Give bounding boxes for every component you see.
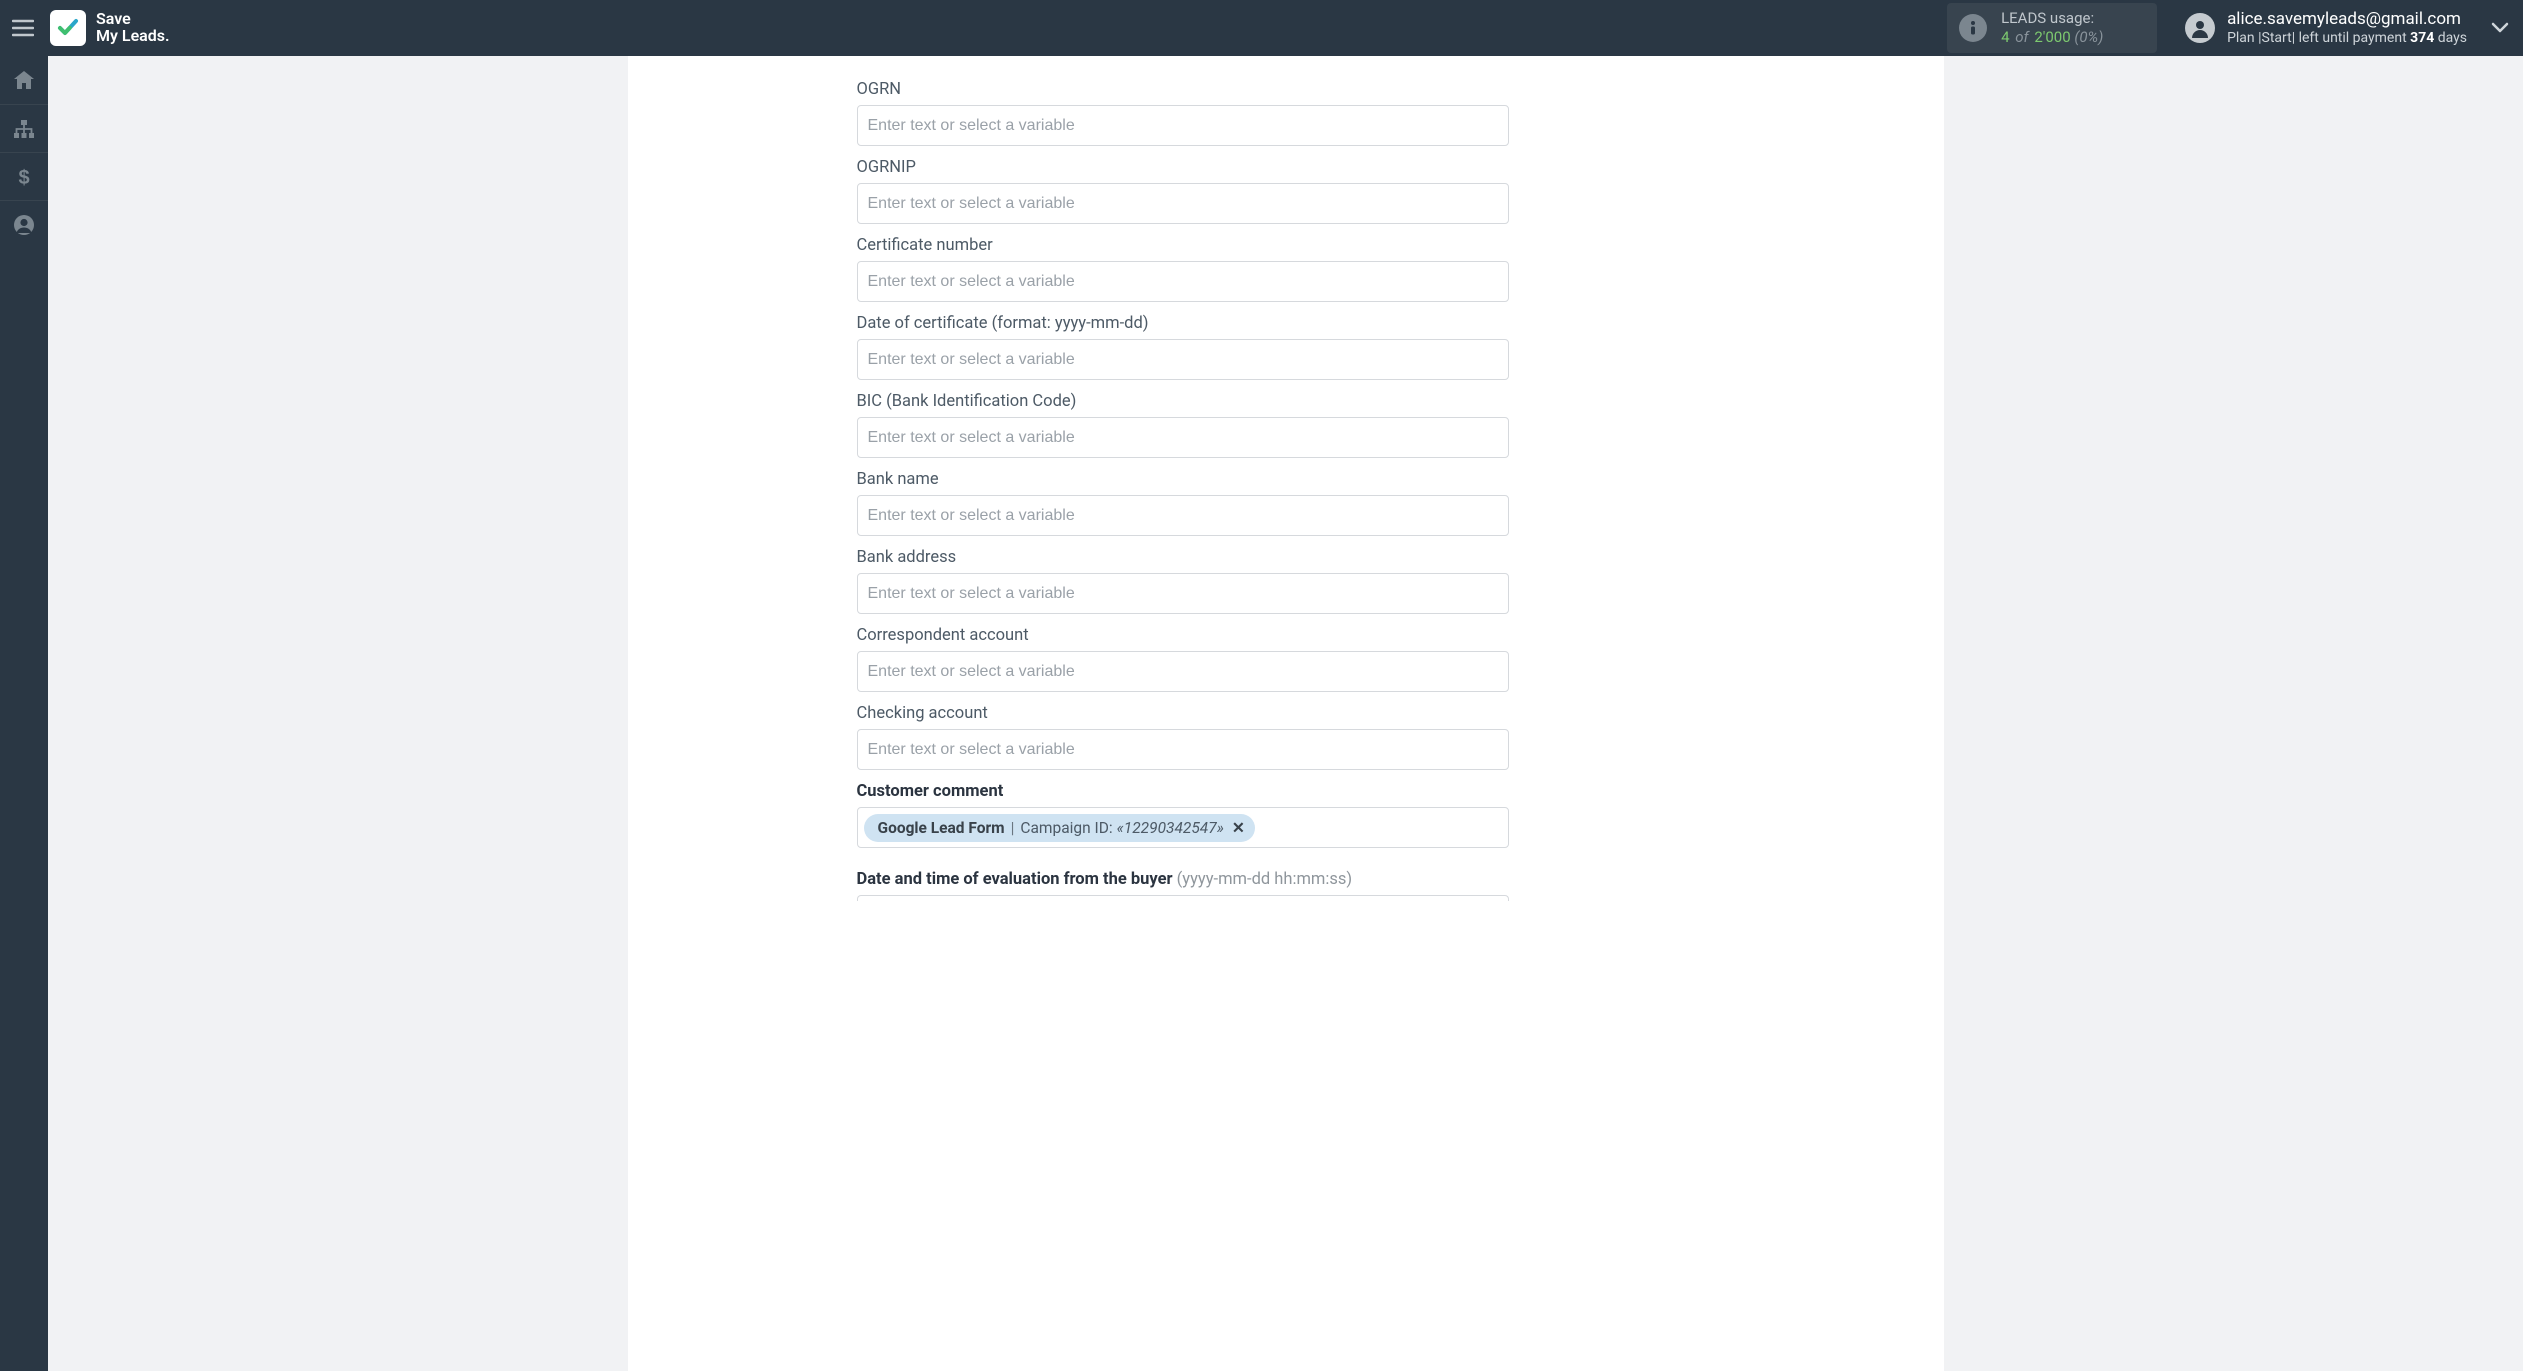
top-navbar: Save My Leads. LEADS usage: 4 of 2'000 (…	[0, 0, 2523, 56]
label-customer-comment: Customer comment	[857, 782, 1944, 801]
textbox-bank_addr[interactable]	[868, 585, 1498, 603]
textbox-bank_name[interactable]	[868, 507, 1498, 525]
nav-home[interactable]	[0, 56, 48, 104]
sitemap-icon	[13, 119, 35, 139]
account-menu-toggle[interactable]	[2491, 22, 2509, 34]
row-ogrn: OGRN	[628, 80, 1944, 146]
input-ogrnip[interactable]	[857, 183, 1509, 224]
input-customer-comment[interactable]: Google Lead Form | Campaign ID: «1229034…	[857, 807, 1509, 848]
input-ogrn[interactable]	[857, 105, 1509, 146]
nav-connections[interactable]	[0, 104, 48, 152]
label-ogrnip: OGRNIP	[857, 158, 1944, 177]
textbox-check_acct[interactable]	[868, 741, 1498, 759]
info-icon	[1959, 14, 1987, 42]
avatar-icon	[2185, 13, 2215, 43]
chevron-down-icon	[2491, 22, 2509, 34]
input-check_acct[interactable]	[857, 729, 1509, 770]
home-icon	[13, 70, 35, 90]
label-check_acct: Checking account	[857, 704, 1944, 723]
label-bank_name: Bank name	[857, 470, 1944, 489]
label-bank_addr: Bank address	[857, 548, 1944, 567]
brand-name: Save My Leads.	[96, 11, 170, 45]
input-cert_num[interactable]	[857, 261, 1509, 302]
chip-value: «12290342547»	[1117, 819, 1224, 837]
textbox-ogrnip[interactable]	[868, 195, 1498, 213]
input-eval-datetime[interactable]	[857, 895, 1509, 901]
label-eval-datetime: Date and time of evaluation from the buy…	[857, 870, 1944, 889]
account-plan: Plan |Start| left until payment 374 days	[2227, 30, 2467, 48]
label-bic: BIC (Bank Identification Code)	[857, 392, 1944, 411]
svg-text:$: $	[18, 167, 29, 188]
menu-toggle[interactable]	[6, 11, 40, 45]
row-bank_name: Bank name	[628, 470, 1944, 536]
chip-source: Google Lead Form	[878, 819, 1005, 837]
textbox-cert_num[interactable]	[868, 273, 1498, 291]
textbox-cert_date[interactable]	[868, 351, 1498, 369]
variable-chip[interactable]: Google Lead Form | Campaign ID: «1229034…	[864, 814, 1255, 842]
row-ogrnip: OGRNIP	[628, 158, 1944, 224]
row-eval-datetime: Date and time of evaluation from the buy…	[628, 870, 1944, 901]
chip-field-label: Campaign ID:	[1020, 819, 1112, 837]
input-bank_name[interactable]	[857, 495, 1509, 536]
input-corr_acct[interactable]	[857, 651, 1509, 692]
left-rail: $	[0, 56, 48, 1371]
dollar-icon: $	[17, 166, 31, 188]
row-cert_date: Date of certificate (format: yyyy-mm-dd)	[628, 314, 1944, 380]
label-cert_num: Certificate number	[857, 236, 1944, 255]
main-stage: OGRN OGRNIP Certificate number Date of cert…	[48, 56, 2523, 1371]
row-corr_acct: Correspondent account	[628, 626, 1944, 692]
row-bic: BIC (Bank Identification Code)	[628, 392, 1944, 458]
row-check_acct: Checking account	[628, 704, 1944, 770]
form-card: OGRN OGRNIP Certificate number Date of cert…	[628, 56, 1944, 1371]
input-bic[interactable]	[857, 417, 1509, 458]
row-bank_addr: Bank address	[628, 548, 1944, 614]
label-corr_acct: Correspondent account	[857, 626, 1944, 645]
row-cert_num: Certificate number	[628, 236, 1944, 302]
label-ogrn: OGRN	[857, 80, 1944, 99]
textbox-corr_acct[interactable]	[868, 663, 1498, 681]
nav-billing[interactable]: $	[0, 152, 48, 200]
checkmark-icon	[56, 16, 80, 40]
leads-usage-text: LEADS usage: 4 of 2'000 (0%)	[2001, 9, 2103, 47]
input-bank_addr[interactable]	[857, 573, 1509, 614]
hamburger-icon	[12, 19, 34, 37]
brand-logo[interactable]	[50, 10, 86, 46]
textbox-ogrn[interactable]	[868, 117, 1498, 135]
leads-usage-box[interactable]: LEADS usage: 4 of 2'000 (0%)	[1947, 3, 2157, 53]
label-cert_date: Date of certificate (format: yyyy-mm-dd)	[857, 314, 1944, 333]
chip-remove[interactable]: ✕	[1232, 819, 1245, 837]
account-section[interactable]: alice.savemyleads@gmail.com Plan |Start|…	[2185, 9, 2467, 48]
input-cert_date[interactable]	[857, 339, 1509, 380]
textbox-bic[interactable]	[868, 429, 1498, 447]
nav-account[interactable]	[0, 200, 48, 248]
user-circle-icon	[13, 214, 35, 236]
account-email: alice.savemyleads@gmail.com	[2227, 9, 2467, 30]
row-customer-comment: Customer comment Google Lead Form | Camp…	[628, 782, 1944, 848]
